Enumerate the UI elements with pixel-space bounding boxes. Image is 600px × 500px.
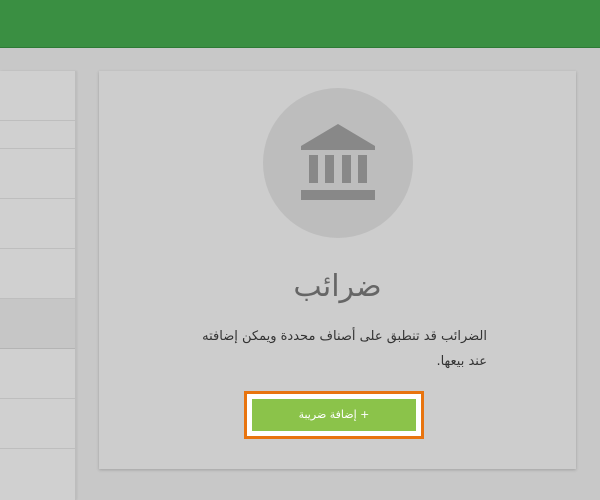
sidebar-item[interactable] — [0, 399, 75, 449]
bank-icon-circle — [263, 88, 413, 238]
sidebar-item-active[interactable] — [0, 299, 75, 349]
bank-icon — [301, 124, 375, 200]
sidebar — [0, 71, 76, 500]
sidebar-item[interactable] — [0, 199, 75, 249]
add-tax-button[interactable]: + إضافة ضريبة — [252, 399, 416, 431]
empty-state-title: ضرائب — [293, 269, 382, 304]
add-button-highlight: + إضافة ضريبة — [244, 391, 424, 439]
sidebar-item[interactable] — [0, 249, 75, 299]
empty-state-description: الضرائب قد تنطبق على أصناف محددة ويمكن إ… — [202, 329, 487, 369]
sidebar-item[interactable] — [0, 99, 75, 149]
top-app-bar — [0, 0, 600, 48]
sidebar-item[interactable] — [0, 349, 75, 399]
taxes-empty-state-card: ضرائب الضرائب قد تنطبق على أصناف محددة و… — [99, 71, 576, 469]
sidebar-item[interactable] — [0, 149, 75, 199]
